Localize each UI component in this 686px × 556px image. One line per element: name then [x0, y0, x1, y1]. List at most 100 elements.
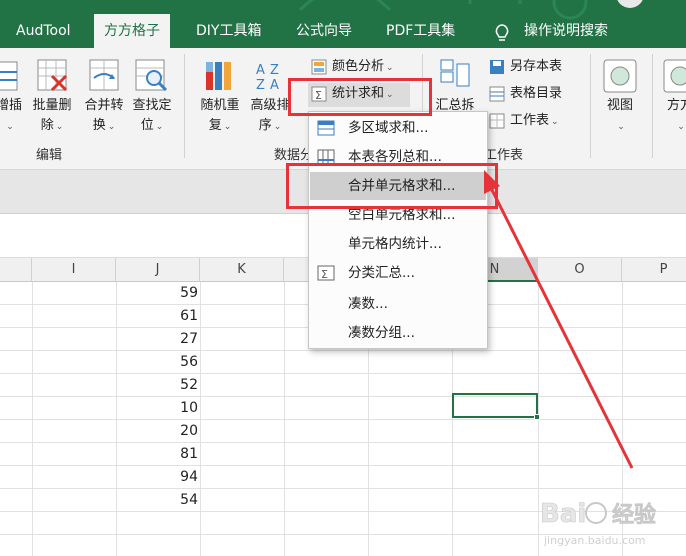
- insert-icon: [0, 61, 18, 91]
- subtotal-icon: Σ: [317, 265, 335, 281]
- worksheet-label: 工作表: [510, 113, 550, 128]
- column-header[interactable]: P: [622, 258, 686, 282]
- selected-cell[interactable]: [452, 393, 540, 420]
- summary-split-icon: [440, 59, 470, 87]
- highlight-box-stat-sum: [288, 78, 432, 116]
- multi-area-sum-icon: [317, 120, 335, 136]
- cell-J5[interactable]: 52: [116, 374, 198, 397]
- paw-icon: [585, 502, 607, 524]
- menu-item-label: 凑数分组...: [348, 325, 415, 341]
- menu-item-in-cell-stats[interactable]: 单元格内统计...: [310, 230, 486, 258]
- menu-item-label: 凑数...: [348, 296, 388, 312]
- menu-item-multi-area-sum[interactable]: 多区域求和...: [310, 114, 486, 142]
- column-header[interactable]: J: [116, 258, 200, 282]
- worksheet-button[interactable]: 工作表 ⌄: [486, 110, 559, 134]
- grid-line: [0, 396, 686, 397]
- svg-text:Z: Z: [270, 63, 279, 78]
- ribbon-tab-bar: AudTool 方方格子 DIY工具箱 公式向导 PDF工具集 操作说明搜索: [0, 0, 686, 48]
- svg-text:Σ: Σ: [321, 268, 328, 281]
- tab-pdf-tools[interactable]: PDF工具集: [380, 16, 461, 48]
- lightbulb-icon[interactable]: [494, 24, 510, 42]
- find-locate-label-2: 位: [140, 118, 154, 133]
- sheet-group-label: 工作表: [484, 148, 524, 163]
- cell-J9[interactable]: 94: [116, 466, 198, 489]
- menu-item-label: 单元格内统计...: [348, 236, 442, 252]
- insert-button[interactable]: 增插 ⌄: [0, 58, 26, 137]
- save-sheet-button[interactable]: 另存本表: [486, 56, 562, 80]
- stat-sum-dropdown-menu: 多区域求和... 本表各列总和... 合并单元格求和... 空白单元格求和...…: [308, 111, 488, 349]
- save-sheet-label: 另存本表: [510, 59, 563, 74]
- grid-line: [0, 465, 686, 466]
- group-divider: [184, 54, 185, 158]
- merge-convert-label-2: 换: [92, 118, 106, 133]
- random-icon: [206, 62, 231, 90]
- chevron-down-icon: ⌄: [223, 122, 232, 132]
- batch-delete-label-2: 除: [40, 118, 54, 133]
- merge-convert-label: 合并转: [84, 98, 124, 113]
- batch-delete-button[interactable]: 批量删 除 ⌄: [28, 58, 76, 137]
- watermark-domain: jingyan.baidu.com: [543, 534, 646, 547]
- svg-text:Z: Z: [256, 78, 265, 93]
- cell-J8[interactable]: 81: [116, 443, 198, 466]
- tab-audtool[interactable]: AudTool: [10, 16, 77, 48]
- batch-delete-icon: [37, 59, 68, 92]
- cell-J2[interactable]: 61: [116, 305, 198, 328]
- chevron-down-icon: ⌄: [155, 122, 164, 132]
- grid-line: [0, 488, 686, 489]
- find-locate-label: 查找定: [132, 98, 172, 113]
- menu-item-make-up-number[interactable]: 凑数...: [310, 290, 486, 318]
- chevron-down-icon: ⌄: [273, 122, 282, 132]
- fill-handle[interactable]: [534, 414, 540, 420]
- cell-J6[interactable]: 10: [116, 397, 198, 420]
- fangfang-button[interactable]: 方方 ⌄: [660, 58, 686, 137]
- menu-item-make-up-group[interactable]: 凑数分组...: [310, 319, 486, 347]
- color-analysis-icon: [311, 59, 327, 74]
- view-button[interactable]: 视图 ⌄: [598, 58, 642, 137]
- fangfang-icon: [663, 59, 686, 93]
- cell-J1[interactable]: 59: [116, 282, 198, 305]
- worksheet-icon: [489, 113, 505, 128]
- batch-delete-label: 批量删: [32, 98, 72, 113]
- column-header[interactable]: K: [200, 258, 284, 282]
- save-as-icon: [490, 59, 504, 74]
- edit-group-label: 编辑: [36, 148, 63, 163]
- merge-convert-button[interactable]: 合并转 换 ⌄: [80, 58, 128, 137]
- color-analysis-label: 颜色分析: [332, 59, 385, 74]
- tab-diy-toolbox[interactable]: DIY工具箱: [190, 16, 267, 48]
- column-header[interactable]: I: [32, 258, 116, 282]
- menu-item-label: 分类汇总...: [348, 265, 415, 281]
- find-locate-button[interactable]: 查找定 位 ⌄: [128, 58, 176, 137]
- summary-split-button[interactable]: 汇总拆: [432, 58, 478, 116]
- tab-tell-me-search[interactable]: 操作说明搜索: [518, 16, 614, 48]
- grid-line: [0, 442, 686, 443]
- cell-J7[interactable]: 20: [116, 420, 198, 443]
- insert-button-label: 增插: [0, 98, 22, 113]
- tab-fangfang[interactable]: 方方格子: [94, 14, 170, 48]
- table-index-button[interactable]: 表格目录: [486, 83, 562, 107]
- chevron-down-icon: ⌄: [386, 63, 394, 73]
- group-divider: [590, 54, 591, 158]
- chevron-down-icon: ⌄: [6, 122, 14, 132]
- cell-J3[interactable]: 27: [116, 328, 198, 351]
- chevron-down-icon: ⌄: [617, 122, 625, 132]
- find-locate-icon: [135, 59, 168, 92]
- random-repeat-button[interactable]: 随机重 复 ⌄: [196, 58, 244, 137]
- cell-J10[interactable]: 54: [116, 489, 198, 512]
- random-repeat-label: 随机重: [200, 98, 240, 113]
- watermark-brand: Bai: [540, 499, 586, 529]
- chevron-down-icon: ⌄: [551, 117, 559, 127]
- chevron-down-icon: ⌄: [107, 122, 116, 132]
- advanced-sort-button[interactable]: A Z Z A 高级排 序 ⌄: [246, 58, 294, 137]
- column-header[interactable]: [0, 258, 32, 282]
- column-header[interactable]: O: [538, 258, 622, 282]
- view-label: 视图: [606, 98, 633, 113]
- svg-text:A: A: [270, 78, 279, 93]
- cell-J4[interactable]: 56: [116, 351, 198, 374]
- view-icon: [603, 59, 637, 93]
- color-analysis-button[interactable]: 颜色分析 ⌄: [308, 56, 394, 80]
- merge-convert-icon: [89, 59, 119, 91]
- tab-formula-wizard[interactable]: 公式向导: [290, 16, 358, 48]
- menu-item-subtotal[interactable]: Σ 分类汇总...: [310, 259, 486, 287]
- watermark-brand-cn: 经验: [612, 502, 656, 528]
- baidu-watermark: Bai 经验 jingyan.baidu.com: [540, 499, 657, 547]
